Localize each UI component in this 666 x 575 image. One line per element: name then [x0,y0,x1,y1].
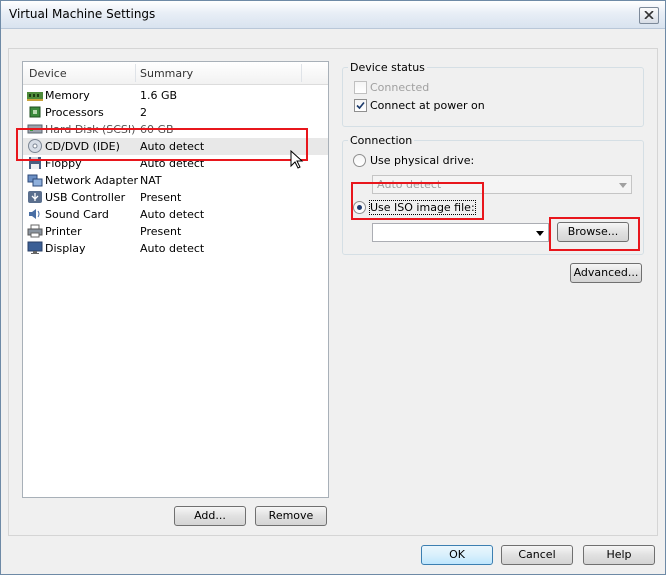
connect-at-power-on-checkbox[interactable] [354,99,367,112]
device-list[interactable]: Device Summary Memory 1.6 GB Processors … [22,61,329,498]
device-summary: Auto detect [140,140,205,153]
device-name: Processors [45,106,104,119]
device-summary: Auto detect [140,157,205,170]
title-bar: Virtual Machine Settings [1,1,665,29]
device-summary: 2 [140,106,147,119]
display-icon [27,241,43,254]
chevron-down-icon[interactable] [536,231,544,236]
window-title: Virtual Machine Settings [9,7,156,21]
device-row-sound-card[interactable]: Sound Card Auto detect [23,206,328,223]
hard-disk-icon [27,124,43,134]
network-adapter-icon [27,174,43,187]
connected-label: Connected [370,81,430,94]
usb-icon [28,191,42,203]
browse-button[interactable]: Browse... [557,222,629,242]
device-summary: Auto detect [140,242,205,255]
device-summary: Auto detect [140,208,205,221]
device-row-floppy[interactable]: Floppy Auto detect [23,155,328,172]
device-list-header: Device Summary [23,62,328,85]
chevron-down-icon [619,183,627,188]
device-summary: Present [140,225,182,238]
device-row-usb-controller[interactable]: USB Controller Present [23,189,328,206]
connection-title: Connection [348,134,415,147]
device-summary: NAT [140,174,162,187]
physical-drive-value: Auto detect [377,178,442,191]
use-iso-image-label: Use ISO image file: [369,200,476,215]
use-physical-drive-radio[interactable] [353,154,366,167]
use-physical-drive-label: Use physical drive: [370,154,475,167]
close-button[interactable] [639,7,659,24]
add-button[interactable]: Add... [174,506,246,526]
device-row-processors[interactable]: Processors 2 [23,104,328,121]
floppy-icon [29,157,41,169]
device-name: USB Controller [45,191,126,204]
mouse-cursor-icon [290,150,304,169]
device-row-cd-dvd[interactable]: CD/DVD (IDE) Auto detect [23,138,328,155]
device-summary: 1.6 GB [140,89,178,102]
cd-dvd-icon [28,139,42,153]
sound-card-icon [29,209,40,219]
device-row-display[interactable]: Display Auto detect [23,240,328,257]
connect-at-power-on-label: Connect at power on [370,99,485,112]
device-row-memory[interactable]: Memory 1.6 GB [23,87,328,104]
device-name: Printer [45,225,82,238]
close-icon [644,11,654,19]
device-name: Network Adapter [45,174,139,187]
device-name: Floppy [45,157,82,170]
device-status-title: Device status [348,61,427,74]
cancel-button[interactable]: Cancel [501,545,573,565]
checkmark-icon [356,101,365,110]
column-header-summary[interactable]: Summary [140,67,193,80]
column-header-device[interactable]: Device [29,67,67,80]
device-name: Memory [45,89,90,102]
device-summary: Present [140,191,182,204]
column-separator[interactable] [301,64,302,82]
device-row-hard-disk[interactable]: Hard Disk (SCSI) 60 GB [23,121,328,138]
processor-icon [29,106,41,118]
device-row-printer[interactable]: Printer Present [23,223,328,240]
connected-checkbox[interactable] [354,81,367,94]
physical-drive-select[interactable]: Auto detect [372,175,632,194]
printer-icon [27,224,43,238]
memory-icon [27,92,43,101]
strike-line [45,129,173,130]
column-separator[interactable] [135,64,136,82]
device-name: Sound Card [45,208,109,221]
device-name: CD/DVD (IDE) [45,140,120,153]
advanced-button[interactable]: Advanced... [570,263,642,283]
use-iso-image-radio[interactable] [353,201,366,214]
device-row-network-adapter[interactable]: Network Adapter NAT [23,172,328,189]
device-status-group [342,67,644,127]
help-button[interactable]: Help [583,545,655,565]
remove-button[interactable]: Remove [255,506,327,526]
iso-path-input[interactable] [372,223,549,242]
ok-button[interactable]: OK [421,545,493,565]
device-name: Display [45,242,86,255]
